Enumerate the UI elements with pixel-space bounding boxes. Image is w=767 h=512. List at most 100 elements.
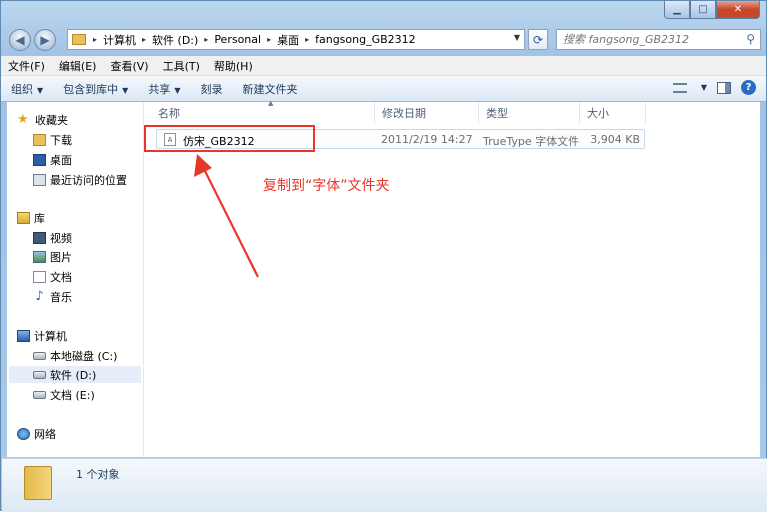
breadcrumb-computer[interactable]: 计算机 [100,32,139,48]
window-controls: ▁ □ ✕ [664,1,760,19]
forward-button[interactable]: ▶ [34,29,56,51]
music-icon: ♪ [35,289,44,304]
document-icon [33,270,46,283]
refresh-button[interactable]: ⟳ [528,29,548,50]
nav-music-label: 音乐 [50,290,72,304]
sort-ascending-icon: ▲ [268,99,274,107]
breadcrumb-fangsong[interactable]: fangsong_GB2312 [312,33,419,46]
nav-recent-label: 最近访问的位置 [50,173,127,187]
address-bar[interactable]: ▸ 计算机 ▸ 软件 (D:) ▸ Personal ▸ 桌面 ▸ fangso… [67,29,525,50]
star-icon: ★ [17,112,29,127]
nav-favorites-label: 收藏夹 [35,113,68,127]
nav-drive-c[interactable]: 本地磁盘 (C:) [33,347,117,364]
menu-file[interactable]: 文件(F) [1,58,52,74]
command-bar: 组织 ▼ 包含到库中 ▼ 共享 ▼ 刻录 新建文件夹 ▼ ? [1,76,766,102]
chevron-right-icon[interactable]: ▸ [264,35,274,44]
chevron-down-icon[interactable]: ▼ [701,83,707,92]
nav-desktop[interactable]: 桌面 [33,151,72,168]
picture-icon [33,250,46,263]
file-type: TrueType 字体文件 [483,135,580,148]
column-header-name-label: 名称 [158,107,180,120]
nav-computer-label: 计算机 [34,329,67,343]
computer-icon [17,329,30,342]
content-area: ★ 收藏夹 下载 桌面 最近访问的位置 库 视频 图片 文档 ♪ 音乐 计算机 本地… [7,99,760,457]
toolbar-right: ▼ ? [672,80,756,95]
desktop-icon [33,153,46,166]
nav-pictures[interactable]: 图片 [33,248,72,265]
drive-icon [33,351,46,360]
nav-libraries[interactable]: 库 [17,209,45,226]
nav-documents[interactable]: 文档 [33,268,72,285]
include-in-library-button[interactable]: 包含到库中 ▼ [53,81,138,97]
nav-computer[interactable]: 计算机 [17,327,67,344]
menu-help[interactable]: 帮助(H) [207,58,260,74]
minimize-button[interactable]: ▁ [664,1,690,19]
view-options-icon[interactable] [672,82,687,93]
back-button[interactable]: ◀ [9,29,31,51]
chevron-right-icon[interactable]: ▸ [302,35,312,44]
search-input[interactable] [557,30,735,49]
nav-downloads-label: 下载 [50,133,72,147]
nav-drive-d[interactable]: 软件 (D:) [9,366,141,383]
chevron-right-icon[interactable]: ▸ [139,35,149,44]
organize-label: 组织 [11,82,33,96]
file-list: 名称 ▲ 修改日期 类型 大小 A 仿宋_GB2312 2011/2/19 14:… [144,99,760,457]
organize-button[interactable]: 组织 ▼ [1,81,53,97]
preview-pane-icon[interactable] [717,81,731,94]
column-header-size[interactable]: 大小 [580,102,646,124]
chevron-right-icon[interactable]: ▸ [201,35,211,44]
downloads-icon [33,133,46,146]
folder-icon [72,34,86,45]
nav-music[interactable]: ♪ 音乐 [33,288,72,305]
column-header-modified[interactable]: 修改日期 [375,102,479,124]
chevron-right-icon: ▸ [93,35,98,44]
chevron-down-icon: ▼ [37,85,44,95]
nav-pictures-label: 图片 [50,250,72,264]
nav-drive-d-label: 软件 (D:) [50,368,97,382]
nav-downloads[interactable]: 下载 [33,131,72,148]
nav-drive-c-label: 本地磁盘 (C:) [50,349,118,363]
share-button[interactable]: 共享 ▼ [138,81,190,97]
breadcrumb-desktop[interactable]: 桌面 [274,32,302,48]
nav-recent[interactable]: 最近访问的位置 [33,171,127,188]
menu-edit[interactable]: 编辑(E) [52,58,104,74]
chevron-down-icon: ▼ [122,85,129,95]
drive-icon [33,370,46,379]
include-in-library-label: 包含到库中 [63,82,119,96]
menu-view[interactable]: 查看(V) [103,58,155,74]
nav-videos[interactable]: 视频 [33,229,72,246]
annotation-text: 复制到“字体”文件夹 [263,178,390,194]
drive-icon [33,390,46,399]
nav-videos-label: 视频 [50,231,72,245]
search-icon[interactable]: ⚲ [746,32,755,46]
title-bar: ▁ □ ✕ [1,1,766,25]
nav-libraries-label: 库 [34,211,45,225]
column-header-name[interactable]: 名称 ▲ [151,99,375,124]
help-icon[interactable]: ? [741,80,756,95]
breadcrumb-drive-d[interactable]: 软件 (D:) [149,32,201,48]
menu-tools[interactable]: 工具(T) [156,58,207,74]
column-header-type[interactable]: 类型 [479,102,580,124]
file-size: 3,904 KB [590,133,640,146]
chevron-down-icon[interactable]: ▼ [514,33,520,42]
nav-favorites[interactable]: ★ 收藏夹 [17,111,68,128]
annotation-highlight-box [144,125,315,152]
nav-drive-e-label: 文档 (E:) [50,388,95,402]
library-icon [17,211,30,224]
burn-button[interactable]: 刻录 [190,81,232,97]
share-label: 共享 [148,82,171,96]
chevron-down-icon: ▼ [174,85,181,95]
navigation-pane: ★ 收藏夹 下载 桌面 最近访问的位置 库 视频 图片 文档 ♪ 音乐 计算机 本地… [7,102,144,457]
navigation-bar: ◀ ▶ ▸ 计算机 ▸ 软件 (D:) ▸ Personal ▸ 桌面 ▸ fa… [1,27,766,53]
close-button[interactable]: ✕ [716,1,760,19]
breadcrumb-personal[interactable]: Personal [211,33,264,46]
file-modified: 2011/2/19 14:27 [381,133,473,146]
explorer-window: ▁ □ ✕ ◀ ▶ ▸ 计算机 ▸ 软件 (D:) ▸ Personal ▸ 桌… [0,0,767,512]
maximize-button[interactable]: □ [690,1,716,19]
network-icon [17,427,30,440]
status-item-count: 1 个对象 [76,468,120,481]
recent-places-icon [33,173,46,186]
nav-drive-e[interactable]: 文档 (E:) [33,386,95,403]
new-folder-button[interactable]: 新建文件夹 [232,81,307,97]
nav-network[interactable]: 网络 [17,425,56,442]
